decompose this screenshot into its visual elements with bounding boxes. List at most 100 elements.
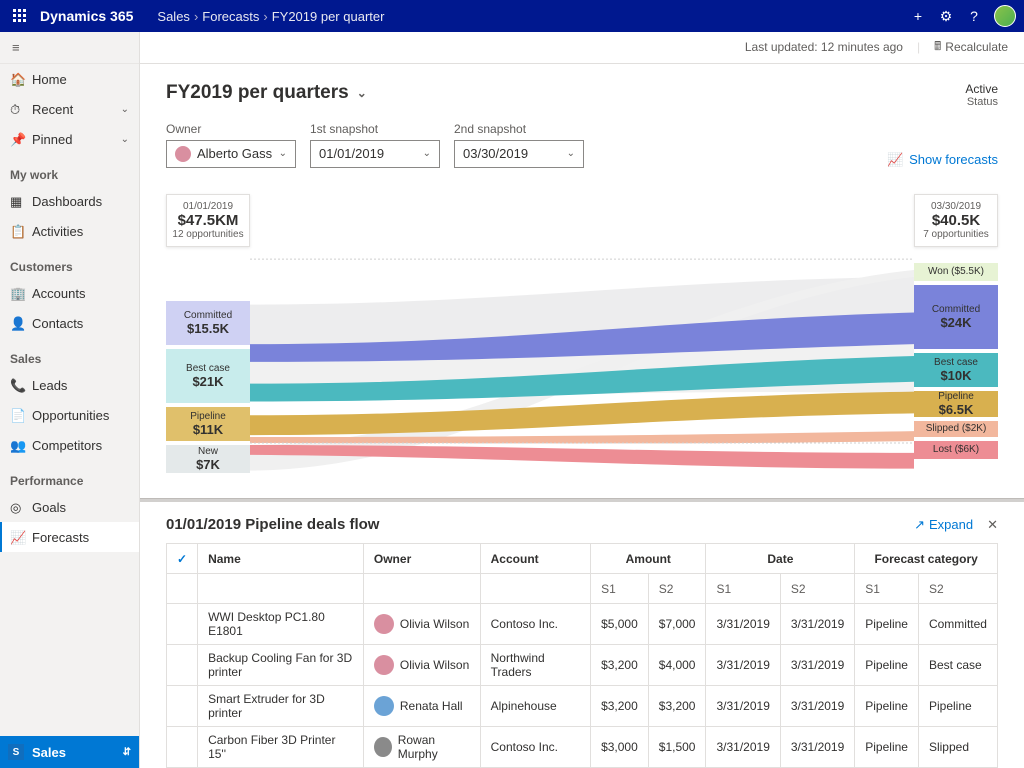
- table-row[interactable]: Smart Extruder for 3D printer Renata Hal…: [167, 686, 998, 727]
- sidebar-item-contacts[interactable]: 👤Contacts: [0, 308, 139, 338]
- sidebar-item-forecasts[interactable]: 📈Forecasts: [0, 522, 139, 552]
- table-row[interactable]: Backup Cooling Fan for 3D printer Olivia…: [167, 645, 998, 686]
- stage-block[interactable]: Committed$15.5K: [166, 301, 250, 345]
- help-icon[interactable]: ?: [960, 8, 988, 24]
- page-title[interactable]: FY2019 per quarters ⌄: [166, 82, 367, 104]
- stage-block[interactable]: Committed$24K: [914, 285, 998, 349]
- col-date[interactable]: Date: [706, 544, 855, 574]
- col-name[interactable]: Name: [198, 544, 364, 574]
- table-row[interactable]: Carbon Fiber 3D Printer 15'' Rowan Murph…: [167, 727, 998, 768]
- stage-block[interactable]: Pipeline$11K: [166, 407, 250, 441]
- col-amount[interactable]: Amount: [591, 544, 706, 574]
- breadcrumb-item[interactable]: FY2019 per quarter: [272, 9, 385, 24]
- calculator-icon: 🖩: [934, 37, 941, 58]
- checkmark-icon[interactable]: ✓: [177, 552, 187, 566]
- close-icon[interactable]: ✕: [987, 517, 998, 533]
- add-icon[interactable]: +: [904, 8, 932, 24]
- nav-icon: ◎: [10, 500, 24, 514]
- table-row[interactable]: WWI Desktop PC1.80 E1801 Olivia Wilson C…: [167, 604, 998, 645]
- breadcrumb-item[interactable]: Forecasts: [202, 9, 259, 24]
- page-header: FY2019 per quarters ⌄ Active Status: [140, 64, 1024, 118]
- sidebar-item-competitors[interactable]: 👥Competitors: [0, 430, 139, 460]
- sankey-flows: [250, 186, 914, 492]
- snap1-label: 1st snapshot: [310, 122, 440, 136]
- hamburger-icon[interactable]: ≡: [0, 32, 139, 64]
- sidebar-section-my-work: My work: [0, 154, 139, 186]
- top-bar: Dynamics 365 Sales› Forecasts› FY2019 pe…: [0, 0, 1024, 32]
- snap2-dropdown[interactable]: 03/30/2019⌄: [454, 140, 584, 168]
- last-updated: Last updated: 12 minutes ago: [745, 40, 903, 54]
- owner-dropdown[interactable]: Alberto Gass⌄: [166, 140, 296, 168]
- avatar-icon: [374, 696, 394, 716]
- brand[interactable]: Dynamics 365: [40, 8, 133, 24]
- sidebar-section-performance: Performance: [0, 460, 139, 492]
- col-forecast[interactable]: Forecast category: [855, 544, 998, 574]
- app-launcher-icon[interactable]: [8, 9, 32, 23]
- nav-icon: 🏠: [10, 72, 24, 86]
- owner-avatar-icon: [175, 146, 191, 162]
- deals-panel: 01/01/2019 Pipeline deals flow ↗Expand ✕…: [140, 502, 1024, 768]
- nav-icon: ⏱: [10, 102, 24, 116]
- sidebar-item-accounts[interactable]: 🏢Accounts: [0, 278, 139, 308]
- sidebar-item-pinned[interactable]: 📌Pinned⌄: [0, 124, 139, 154]
- sidebar-item-leads[interactable]: 📞Leads: [0, 370, 139, 400]
- area-label: Sales: [32, 745, 66, 760]
- left-stage-column: Committed$15.5KBest case$21K Pipeline$11K…: [166, 301, 250, 477]
- owner-label: Owner: [166, 122, 296, 136]
- avatar-icon: [374, 737, 392, 757]
- sidebar-item-opportunities[interactable]: 📄Opportunities: [0, 400, 139, 430]
- snap2-label: 2nd snapshot: [454, 122, 584, 136]
- breadcrumb: Sales› Forecasts› FY2019 per quarter: [157, 9, 384, 24]
- breadcrumb-item[interactable]: Sales: [157, 9, 190, 24]
- sidebar-item-dashboards[interactable]: ▦Dashboards: [0, 186, 139, 216]
- settings-icon[interactable]: ⚙: [932, 8, 960, 25]
- snapshot-card-left: 01/01/2019 $47.5KM 12 opportunities: [166, 194, 250, 247]
- deals-grid: ✓ Name Owner Account Amount Date Forecas…: [166, 543, 998, 768]
- nav-icon: 📌: [10, 132, 24, 146]
- deals-title: 01/01/2019 Pipeline deals flow: [166, 516, 379, 533]
- stage-block[interactable]: Lost ($6K): [914, 441, 998, 459]
- chevron-down-icon: ⌄: [357, 86, 367, 100]
- chart-icon: 📈: [887, 152, 903, 168]
- area-switcher[interactable]: S Sales ⇵: [0, 736, 139, 768]
- nav-icon: 📞: [10, 378, 24, 392]
- stage-block[interactable]: Best case$10K: [914, 353, 998, 387]
- chevron-updown-icon: ⇵: [123, 747, 131, 758]
- stage-block[interactable]: Pipeline$6.5K: [914, 391, 998, 417]
- nav-icon: 📋: [10, 224, 24, 238]
- status-field: Active Status: [965, 82, 998, 108]
- stage-block[interactable]: Best case$21K: [166, 349, 250, 403]
- avatar-icon: [374, 614, 394, 634]
- sankey-chart: 01/01/2019 $47.5KM 12 opportunities 03/3…: [166, 186, 998, 492]
- col-account[interactable]: Account: [480, 544, 590, 574]
- nav-icon: 👤: [10, 316, 24, 330]
- nav-icon: 📄: [10, 408, 24, 422]
- avatar-icon: [374, 655, 394, 675]
- expand-button[interactable]: ↗Expand: [914, 517, 973, 533]
- area-letter: S: [8, 744, 24, 760]
- nav-icon: 📈: [10, 530, 24, 544]
- stage-block[interactable]: Won ($5.5K): [914, 263, 998, 281]
- command-bar: Last updated: 12 minutes ago | 🖩 Recalcu…: [140, 32, 1024, 64]
- sidebar-item-activities[interactable]: 📋Activities: [0, 216, 139, 246]
- stage-block[interactable]: Slipped ($2K): [914, 421, 998, 437]
- main: Last updated: 12 minutes ago | 🖩 Recalcu…: [140, 32, 1024, 768]
- sidebar-item-goals[interactable]: ◎Goals: [0, 492, 139, 522]
- sidebar-item-home[interactable]: 🏠Home: [0, 64, 139, 94]
- col-owner[interactable]: Owner: [363, 544, 480, 574]
- sidebar-item-recent[interactable]: ⏱Recent⌄: [0, 94, 139, 124]
- recalculate-button[interactable]: 🖩 Recalculate: [934, 37, 1008, 58]
- nav-icon: ▦: [10, 194, 24, 208]
- snap1-dropdown[interactable]: 01/01/2019⌄: [310, 140, 440, 168]
- chevron-down-icon: ⌄: [121, 134, 129, 145]
- right-stage-column: Won ($5.5K) Committed$24K Best case$10K Pip…: [914, 263, 998, 463]
- avatar[interactable]: [994, 5, 1016, 27]
- filter-row: Owner Alberto Gass⌄ 1st snapshot 01/01/2…: [140, 118, 1024, 178]
- snapshot-card-right: 03/30/2019 $40.5K 7 opportunities: [914, 194, 998, 247]
- stage-block[interactable]: New$7K: [166, 445, 250, 473]
- expand-icon: ↗: [914, 517, 925, 533]
- sidebar: ≡ 🏠Home⏱Recent⌄📌Pinned⌄ My work▦Dashboar…: [0, 32, 140, 768]
- show-forecasts-link[interactable]: 📈 Show forecasts: [887, 152, 998, 168]
- sidebar-section-customers: Customers: [0, 246, 139, 278]
- chevron-down-icon: ⌄: [121, 104, 129, 115]
